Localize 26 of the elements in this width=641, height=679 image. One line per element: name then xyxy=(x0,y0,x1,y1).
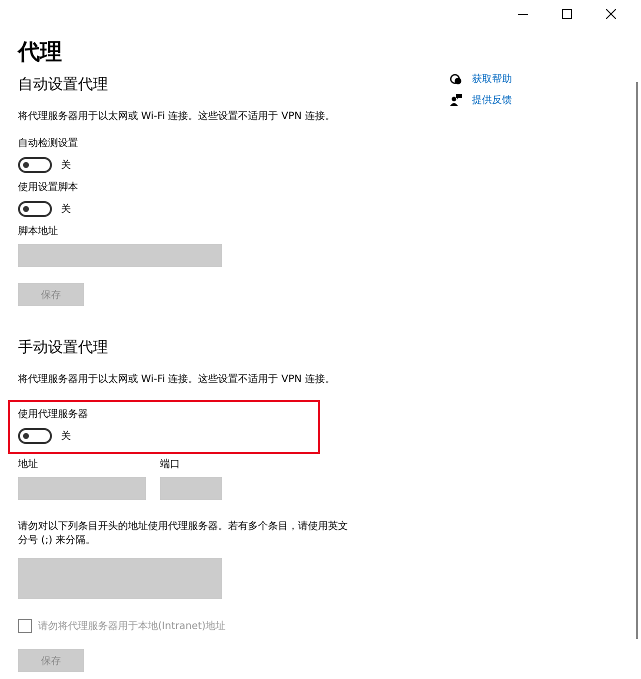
checkbox-label: 请勿将代理服务器用于本地(Intranet)地址 xyxy=(38,620,226,633)
field-label: 地址 xyxy=(18,458,39,472)
page-title: 代理 xyxy=(18,39,63,67)
setting-label: 自动检测设置 xyxy=(18,137,78,151)
instruction-text: 请勿对以下列条目开头的地址使用代理服务器。若有多个条目，请使用英文分号 (;) 来分隔。 xyxy=(18,520,349,548)
section-heading: 手动设置代理 xyxy=(18,337,108,358)
toggle-switch[interactable] xyxy=(18,157,52,173)
field-label: 脚本地址 xyxy=(18,225,58,239)
close-icon[interactable] xyxy=(606,9,616,19)
chat-help-icon xyxy=(450,74,462,84)
setting-label: 使用代理服务器 xyxy=(18,408,89,422)
help-link[interactable]: 获取帮助 xyxy=(472,72,512,86)
help-link[interactable]: 提供反馈 xyxy=(472,93,512,107)
setting-label: 使用设置脚本 xyxy=(18,181,78,195)
description-text: 将代理服务器用于以太网或 Wi-Fi 连接。这些设置不适用于 VPN 连接。 xyxy=(18,110,335,123)
toggle-switch[interactable] xyxy=(18,201,52,217)
toggle-state-text: 关 xyxy=(61,430,71,443)
description-text: 将代理服务器用于以太网或 Wi-Fi 连接。这些设置不适用于 VPN 连接。 xyxy=(18,372,335,386)
toggle-switch[interactable] xyxy=(18,428,52,444)
scrollbar[interactable] xyxy=(636,82,638,639)
person-speech-icon xyxy=(450,94,462,106)
toggle-state-text: 关 xyxy=(61,202,71,216)
maximize-icon[interactable] xyxy=(562,9,572,19)
field-label: 端口 xyxy=(160,458,181,472)
section-heading: 自动设置代理 xyxy=(18,74,108,95)
toggle-state-text: 关 xyxy=(61,158,71,172)
